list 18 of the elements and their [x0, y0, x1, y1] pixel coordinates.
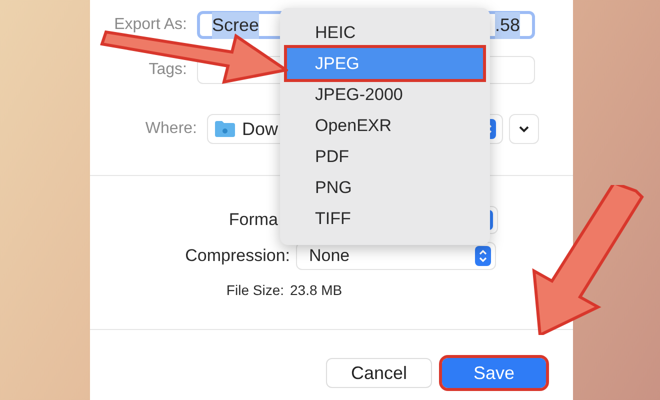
filename-text-end: .58	[494, 12, 520, 38]
cancel-button[interactable]: Cancel	[326, 358, 432, 388]
menu-item[interactable]: HEIC	[287, 17, 483, 48]
menu-item[interactable]: TIFF	[287, 203, 483, 234]
menu-item[interactable]: JPEG-2000	[287, 79, 483, 110]
export-as-label: Export As:	[113, 15, 188, 35]
format-label: Forma	[228, 209, 279, 232]
menu-item[interactable]: PDF	[287, 141, 483, 172]
filename-text: Scree	[212, 12, 260, 38]
menu-item[interactable]: OpenEXR	[287, 110, 483, 141]
compression-label: Compression:	[184, 245, 291, 268]
where-value: Dow	[242, 118, 278, 140]
where-label: Where:	[144, 119, 198, 139]
tags-label: Tags:	[148, 60, 188, 80]
file-size-label: File Size:	[225, 280, 285, 300]
file-size-value: 23.8 MB	[290, 280, 342, 300]
menu-item[interactable]: PNG	[287, 172, 483, 203]
save-button[interactable]: Save	[442, 358, 546, 388]
